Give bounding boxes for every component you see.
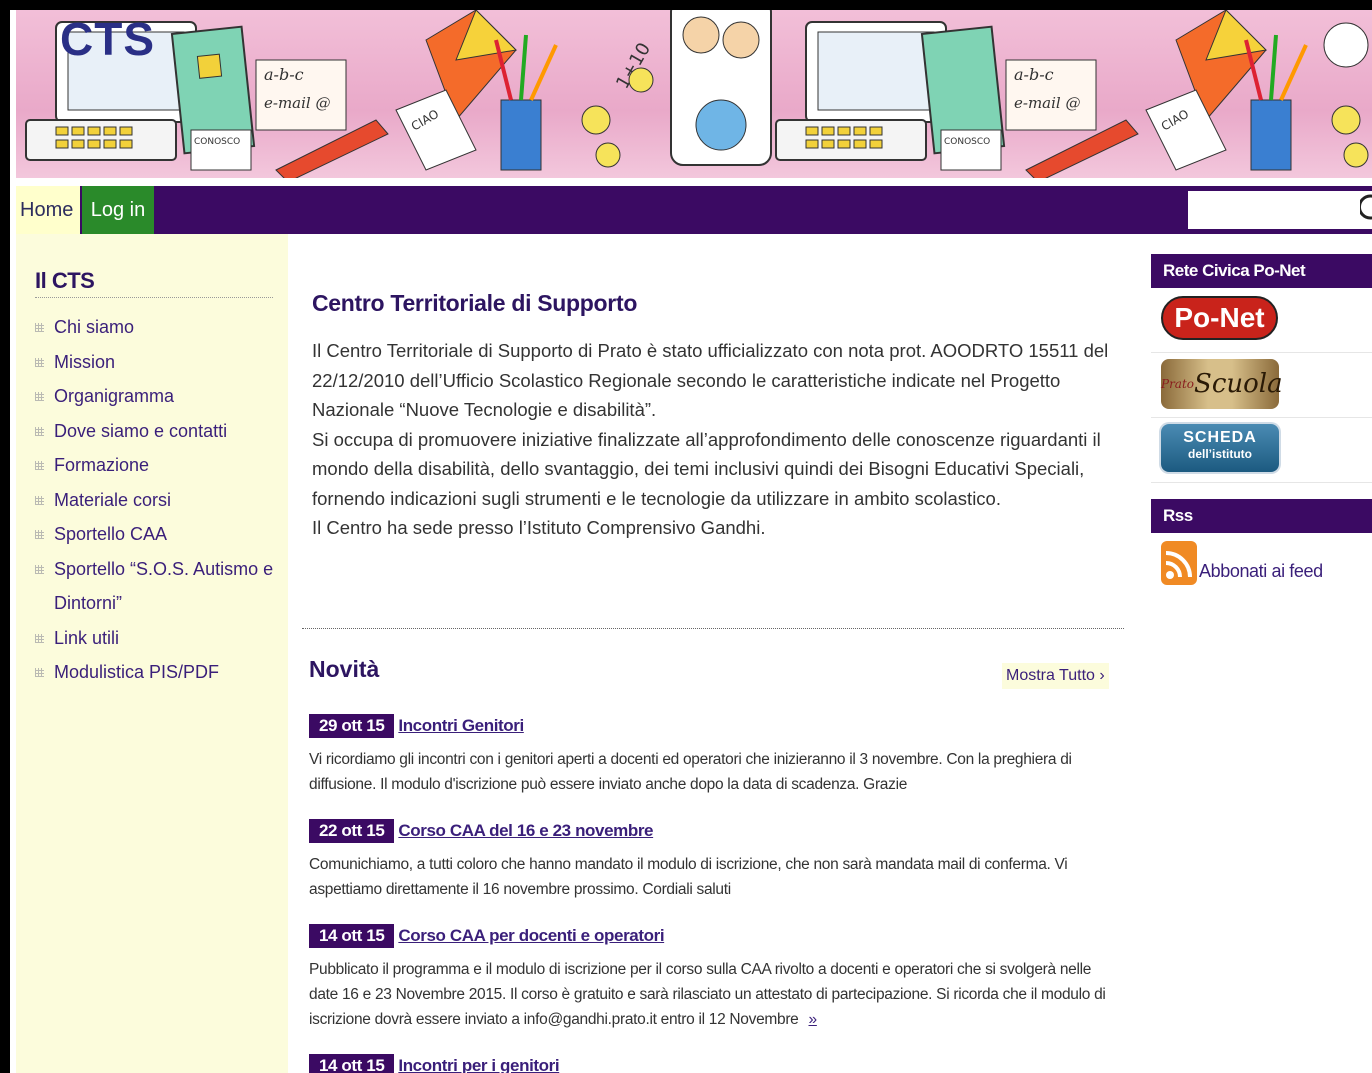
svg-text:CONOSCO: CONOSCO xyxy=(194,137,240,147)
news-item: 22 ott 15 Corso CAA del 16 e 23 novembre … xyxy=(309,819,1109,902)
sidebar-item-label: Sportello “S.O.S. Autismo e Dintorni” xyxy=(54,558,274,614)
scheda-istituto-link[interactable]: SCHEDA dell’istituto xyxy=(1151,418,1372,483)
news-text: Comunichiamo, a tutti coloro che hanno m… xyxy=(309,856,1068,898)
left-sidebar: Il CTS Chi siamo Mission Organigramma Do… xyxy=(16,234,288,1073)
banner-text-abc: a-b-c xyxy=(264,65,304,84)
news-item: 14 ott 15 Incontri per i genitori xyxy=(309,1054,1109,1073)
bullet-icon xyxy=(35,668,44,677)
news-text-body: Pubblicato il programma e il modulo di i… xyxy=(309,961,1106,1028)
intro-paragraph: Il Centro Territoriale di Supporto di Pr… xyxy=(312,340,1109,420)
header-banner: a-b-c e-mail @ CONOSCO CIAO 1+10 a-b-c e… xyxy=(16,10,1372,178)
banner-illustration: a-b-c e-mail @ CONOSCO CIAO 1+10 a-b-c e… xyxy=(25,10,1369,178)
cts-logo[interactable]: CTS xyxy=(60,12,155,66)
bullet-icon xyxy=(35,392,44,401)
sidebar-item-label: Materiale corsi xyxy=(54,489,172,510)
news-title-link[interactable]: Incontri Genitori xyxy=(398,716,524,735)
news-item: 29 ott 15 Incontri Genitori Vi ricordiamo… xyxy=(309,714,1109,797)
right-sidebar: Rete Civica Po-Net Po-Net PratoScuola SC… xyxy=(1151,254,1372,593)
news-date: 22 ott 15 xyxy=(309,819,395,843)
news-text: Pubblicato il programma e il modulo di i… xyxy=(309,957,1109,1032)
rss-link-text: Abbonati ai feed xyxy=(1199,561,1323,581)
news-date: 14 ott 15 xyxy=(309,1054,395,1073)
sidebar-menu: Chi siamo Mission Organigramma Dove siam… xyxy=(35,310,285,690)
network-heading: Rete Civica Po-Net xyxy=(1151,254,1372,288)
sidebar-item-label: Dove siamo e contatti xyxy=(54,420,228,441)
sidebar-item-label: Formazione xyxy=(54,455,150,475)
prato-logo-small: Prato xyxy=(1161,377,1195,391)
cts-logo-text: CTS xyxy=(60,13,155,65)
sidebar-item-label: Chi siamo xyxy=(54,317,135,337)
rss-icon xyxy=(1161,541,1197,585)
news-item: 14 ott 15 Corso CAA per docenti e operato… xyxy=(309,924,1109,1032)
page-title: Centro Territoriale di Supporto xyxy=(312,290,638,316)
svg-text:e-mail @: e-mail @ xyxy=(1014,94,1080,112)
news-title-link[interactable]: Corso CAA per docenti e operatori xyxy=(398,926,664,945)
bullet-icon xyxy=(35,495,44,505)
scheda-line2: dell’istituto xyxy=(1188,447,1252,461)
sidebar-item-label: Link utili xyxy=(54,627,120,648)
news-title-link[interactable]: Incontri per i genitori xyxy=(398,1056,559,1073)
prato-scuola-logo: PratoScuola xyxy=(1161,359,1283,409)
bullet-icon xyxy=(35,530,44,539)
news-date: 29 ott 15 xyxy=(309,714,395,738)
scheda-logo: SCHEDA dell’istituto xyxy=(1161,424,1279,472)
sidebar-item-chi-siamo[interactable]: Chi siamo xyxy=(35,310,285,345)
page: a-b-c e-mail @ CONOSCO CIAO 1+10 a-b-c e… xyxy=(10,10,1372,1073)
sidebar-item-formazione[interactable]: Formazione xyxy=(35,448,285,483)
sidebar-item-label: Mission xyxy=(54,351,116,372)
news-title: Novità xyxy=(309,656,380,682)
sidebar-item-link-utili[interactable]: Link utili xyxy=(35,621,285,656)
sidebar-divider xyxy=(35,297,273,298)
bullet-icon xyxy=(35,357,44,367)
prato-scuola-link[interactable]: PratoScuola xyxy=(1151,353,1372,418)
sidebar-item-modulistica[interactable]: Modulistica PIS/PDF xyxy=(35,655,285,690)
news-title-link[interactable]: Corso CAA del 16 e 23 novembre xyxy=(398,821,653,840)
bullet-icon xyxy=(35,426,44,436)
rss-feed-link[interactable]: Abbonati ai feed xyxy=(1151,533,1372,593)
sidebar-item-label: Sportello CAA xyxy=(54,524,168,544)
section-divider xyxy=(302,628,1124,629)
nav-home-link[interactable]: Home xyxy=(16,186,80,234)
sidebar-item-label: Modulistica PIS/PDF xyxy=(54,662,220,682)
sidebar-title: Il CTS xyxy=(35,268,95,293)
news-text: Vi ricordiamo gli incontri con i genitor… xyxy=(309,751,1072,793)
sidebar-item-sportello-caa[interactable]: Sportello CAA xyxy=(35,517,285,552)
nav-login-link[interactable]: Log in xyxy=(82,186,154,234)
prato-logo-text: Scuola xyxy=(1194,369,1283,399)
ponet-logo: Po-Net xyxy=(1161,296,1278,340)
rss-heading: Rss xyxy=(1151,499,1372,533)
sidebar-item-organigramma[interactable]: Organigramma xyxy=(35,379,285,414)
sidebar-item-label: Organigramma xyxy=(54,386,175,406)
scheda-line1: SCHEDA xyxy=(1183,429,1257,446)
search-icon[interactable] xyxy=(1358,192,1372,229)
read-more-link[interactable]: » xyxy=(809,1011,818,1028)
svg-text:a-b-c: a-b-c xyxy=(1014,65,1054,84)
svg-text:CONOSCO: CONOSCO xyxy=(944,137,990,147)
main-navbar: Home Log in xyxy=(16,186,1372,234)
bullet-icon xyxy=(35,323,44,332)
sidebar-item-materiale-corsi[interactable]: Materiale corsi xyxy=(35,483,285,518)
sidebar-item-sos-autismo[interactable]: Sportello “S.O.S. Autismo e Dintorni” xyxy=(35,552,285,621)
bullet-icon xyxy=(35,461,44,470)
bullet-icon xyxy=(35,633,44,643)
svg-text:e-mail @: e-mail @ xyxy=(264,94,330,112)
search-input[interactable] xyxy=(1188,191,1372,229)
sidebar-item-mission[interactable]: Mission xyxy=(35,345,285,380)
bullet-icon xyxy=(35,564,44,574)
intro-paragraph: Si occupa di promuovere iniziative final… xyxy=(312,428,1101,509)
sidebar-item-dove-siamo[interactable]: Dove siamo e contatti xyxy=(35,414,285,449)
news-date: 14 ott 15 xyxy=(309,924,395,948)
intro-text: Il Centro Territoriale di Supporto di Pr… xyxy=(312,336,1112,543)
intro-paragraph: Il Centro ha sede presso l’Istituto Comp… xyxy=(312,517,766,538)
show-all-link[interactable]: Mostra Tutto › xyxy=(1002,663,1109,689)
ponet-link[interactable]: Po-Net xyxy=(1151,288,1372,353)
